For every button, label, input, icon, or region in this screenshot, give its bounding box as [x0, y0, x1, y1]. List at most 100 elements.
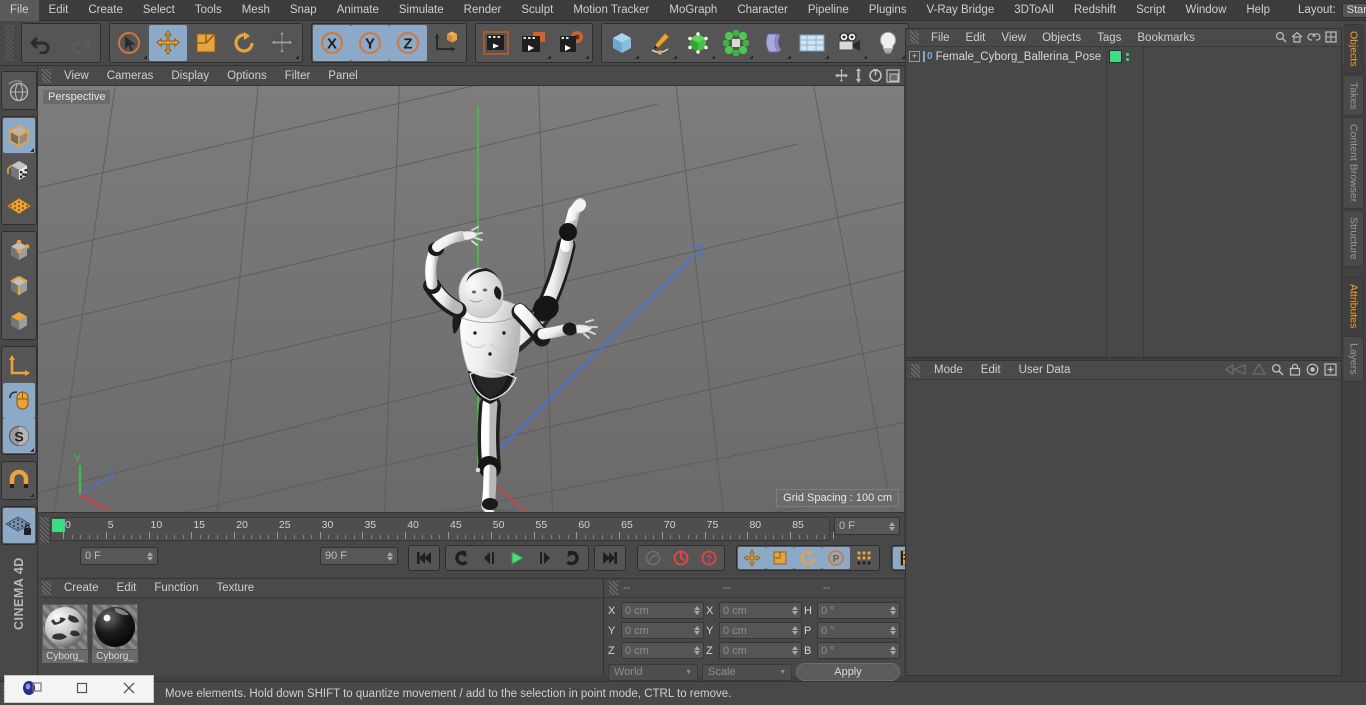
- live-selection-tool[interactable]: [111, 25, 149, 61]
- key-rotation-button[interactable]: [794, 547, 822, 569]
- material-preview[interactable]: [92, 604, 138, 650]
- lock-y-axis-button[interactable]: Y: [351, 25, 389, 61]
- coordinate-input-rotation-p[interactable]: 0 °: [817, 622, 900, 639]
- key-parameter-button[interactable]: P: [822, 547, 850, 569]
- search-icon[interactable]: [1271, 363, 1284, 379]
- snap-settings-button[interactable]: S: [2, 418, 35, 453]
- material-item[interactable]: Cyborg_: [92, 604, 138, 663]
- step-forward-button[interactable]: [531, 547, 559, 569]
- expand-toggle-icon[interactable]: +: [909, 51, 920, 62]
- visibility-dots-icon[interactable]: [1126, 52, 1129, 61]
- spinner-icon[interactable]: [890, 626, 896, 635]
- vertical-tab-content-browser[interactable]: Content Browser: [1344, 117, 1364, 210]
- menu-item-sculpt[interactable]: Sculpt: [511, 0, 563, 21]
- coordinate-input-rotation-h[interactable]: 0 °: [817, 602, 900, 619]
- current-frame-field[interactable]: 0 F: [80, 547, 158, 565]
- attribute-menu-user-data[interactable]: User Data: [1010, 361, 1080, 380]
- render-to-picture-viewer-button[interactable]: [515, 25, 553, 61]
- target-icon[interactable]: [1306, 363, 1319, 379]
- spinner-icon[interactable]: [792, 626, 798, 635]
- previous-key-button[interactable]: [447, 547, 475, 569]
- object-menu-view[interactable]: View: [993, 29, 1034, 47]
- move-tool[interactable]: [149, 25, 187, 61]
- material-menu-texture[interactable]: Texture: [207, 579, 263, 598]
- material-item[interactable]: Cyborg_: [42, 604, 88, 663]
- vertical-tab-objects[interactable]: Objects: [1344, 24, 1364, 74]
- lock-x-axis-button[interactable]: X: [313, 25, 351, 61]
- menu-item-help[interactable]: Help: [1236, 0, 1280, 21]
- coordinates-grip[interactable]: [609, 581, 618, 595]
- spinner-icon[interactable]: [694, 626, 700, 635]
- add-light-button[interactable]: [869, 25, 907, 61]
- back-arrow-icon[interactable]: [1224, 363, 1247, 379]
- menu-item-simulate[interactable]: Simulate: [389, 0, 454, 21]
- model-mode-button[interactable]: [2, 118, 35, 153]
- menu-item-tools[interactable]: Tools: [185, 0, 232, 21]
- spinner-icon[interactable]: [792, 606, 798, 615]
- attribute-manager-grip[interactable]: [911, 363, 920, 377]
- menu-item-animate[interactable]: Animate: [327, 0, 389, 21]
- maximum-frame-field[interactable]: 0 F: [834, 517, 900, 535]
- coordinate-input-position-y[interactable]: 0 cm: [621, 622, 704, 639]
- coordinate-input-position-x[interactable]: 0 cm: [621, 602, 704, 619]
- forward-arrow-icon[interactable]: [1251, 362, 1267, 379]
- menu-item-script[interactable]: Script: [1126, 0, 1175, 21]
- lock-z-axis-button[interactable]: Z: [389, 25, 427, 61]
- material-manager-grip[interactable]: [42, 581, 51, 595]
- pan-icon[interactable]: [834, 68, 849, 86]
- toolbar-grip[interactable]: [5, 25, 14, 61]
- viewport-menu-view[interactable]: View: [55, 66, 98, 86]
- goto-start-button[interactable]: [410, 547, 438, 569]
- coordinate-input-size-y[interactable]: 0 cm: [719, 622, 802, 639]
- spinner-icon[interactable]: [792, 646, 798, 655]
- key-point-level-button[interactable]: [850, 547, 878, 569]
- menu-item-file[interactable]: File: [0, 0, 39, 21]
- spinner-icon[interactable]: [387, 551, 393, 561]
- app-icon[interactable]: [22, 680, 42, 699]
- coordinate-system-select[interactable]: World ▼: [608, 663, 698, 681]
- world-object-axis-button[interactable]: [427, 25, 465, 61]
- restore-icon[interactable]: [75, 681, 89, 698]
- link-icon[interactable]: [1307, 31, 1321, 46]
- menu-item-render[interactable]: Render: [454, 0, 512, 21]
- menu-item-select[interactable]: Select: [133, 0, 185, 21]
- layout-select[interactable]: Startup ▼: [1341, 2, 1366, 18]
- viewport-menu-panel[interactable]: Panel: [319, 66, 366, 86]
- menu-item-create[interactable]: Create: [78, 0, 133, 21]
- object-menu-objects[interactable]: Objects: [1034, 29, 1089, 47]
- add-generator-button[interactable]: [679, 25, 717, 61]
- menu-item-mograph[interactable]: MoGraph: [659, 0, 727, 21]
- vertical-tab-layers[interactable]: Layers: [1344, 336, 1364, 382]
- rotate-tool[interactable]: [225, 25, 263, 61]
- object-manager-grip[interactable]: [910, 31, 919, 44]
- render-view-button[interactable]: [477, 25, 515, 61]
- magnet-tool-button[interactable]: [3, 463, 35, 498]
- vertical-tab-structure[interactable]: Structure: [1344, 210, 1364, 267]
- material-tag[interactable]: [1109, 50, 1122, 63]
- coordinate-input-rotation-b[interactable]: 0 °: [817, 642, 900, 659]
- key-position-button[interactable]: [738, 547, 766, 569]
- attribute-menu-mode[interactable]: Mode: [925, 361, 972, 380]
- autokeying-button[interactable]: [667, 547, 695, 569]
- spinner-icon[interactable]: [694, 606, 700, 615]
- lock-icon[interactable]: [1289, 363, 1301, 379]
- vertical-tab-takes[interactable]: Takes: [1344, 74, 1364, 117]
- menu-item-snap[interactable]: Snap: [280, 0, 327, 21]
- redo-button[interactable]: [61, 25, 99, 61]
- object-menu-tags[interactable]: Tags: [1089, 29, 1129, 47]
- coordinate-input-size-x[interactable]: 0 cm: [719, 602, 802, 619]
- coordinate-input-position-z[interactable]: 0 cm: [621, 642, 704, 659]
- add-deformer-button[interactable]: [755, 25, 793, 61]
- undo-button[interactable]: [23, 25, 61, 61]
- add-scene-object-button[interactable]: [793, 25, 831, 61]
- coordinate-input-size-z[interactable]: 0 cm: [719, 642, 802, 659]
- menu-item-pipeline[interactable]: Pipeline: [798, 0, 859, 21]
- add-cube-button[interactable]: [603, 25, 641, 61]
- viewport-menu-options[interactable]: Options: [218, 66, 276, 86]
- timeline-grip[interactable]: [40, 517, 49, 543]
- attribute-menu-edit[interactable]: Edit: [972, 361, 1010, 380]
- menu-item-v-ray-bridge[interactable]: V-Ray Bridge: [916, 0, 1004, 21]
- material-menu-edit[interactable]: Edit: [108, 579, 146, 598]
- add-mograph-button[interactable]: [717, 25, 755, 61]
- dolly-icon[interactable]: [852, 68, 865, 86]
